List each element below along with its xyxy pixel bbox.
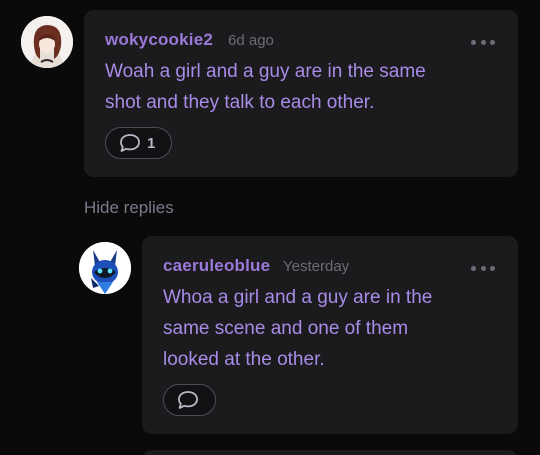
next-reply-card [142,450,518,455]
menu-dot [471,265,476,271]
hide-replies-link[interactable]: Hide replies [84,198,174,218]
reply-body-line: same scene and one of them [163,318,409,339]
reply-count: 1 [147,134,156,152]
reply-button[interactable]: 1 [105,127,172,159]
comment-thread: wokycookie2 6d ago Woah a girl and a guy… [0,0,540,455]
comment-card: wokycookie2 6d ago Woah a girl and a guy… [84,10,518,177]
avatar[interactable] [79,242,131,294]
menu-dot [480,39,486,45]
reply-body: Whoa a girl and a guy are in the same sc… [163,282,432,375]
menu-dot [490,39,495,45]
menu-dot [480,265,486,271]
avatar[interactable] [21,16,73,68]
comment-body-line: Woah a girl and a guy are in the same [105,61,426,82]
speech-bubble-icon [120,134,140,152]
speech-bubble-icon [178,391,198,409]
comment-body: Woah a girl and a guy are in the same sh… [105,56,426,118]
comment-timestamp: 6d ago [228,32,274,49]
menu-dot [471,39,476,45]
reply-card: caeruleoblue Yesterday Whoa a girl and a… [142,236,518,434]
more-options-icon[interactable] [471,37,495,47]
menu-dot [490,265,495,271]
reply-button[interactable] [163,384,216,416]
reply-timestamp: Yesterday [283,258,350,275]
user-avatar-image [79,242,131,294]
more-options-icon[interactable] [471,263,495,273]
reply-body-line: Whoa a girl and a guy are in the [163,287,433,308]
reply-body-line: looked at the other. [163,349,325,370]
user-avatar-image [21,16,73,68]
comment-username[interactable]: wokycookie2 [105,30,213,50]
comment-body-line: shot and they talk to each other. [105,92,375,113]
reply-username[interactable]: caeruleoblue [163,256,270,276]
